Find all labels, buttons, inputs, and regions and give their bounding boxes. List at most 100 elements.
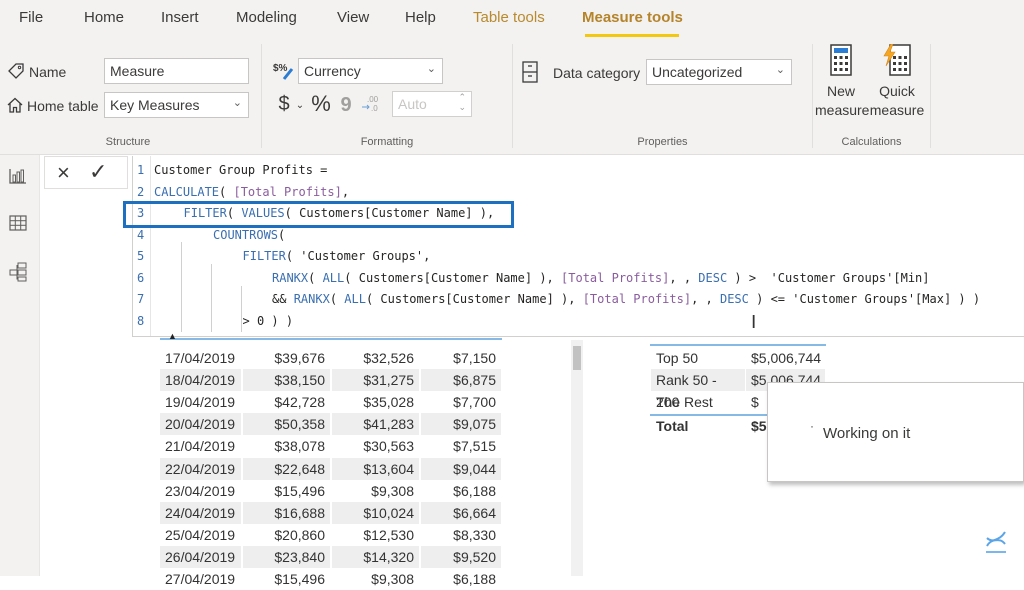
value-cell: $50,358	[243, 413, 331, 436]
code-token: ( 'Customer Groups',	[285, 249, 431, 263]
dax-keyword: ALL	[322, 270, 345, 285]
indent-guide	[241, 286, 242, 332]
decrease-decimal-icon[interactable]: .00.0	[360, 93, 382, 115]
value-cell: $13,604	[332, 457, 420, 480]
measure-name-input[interactable]: Measure	[104, 58, 249, 84]
code-token: (	[308, 270, 323, 285]
tab-view[interactable]: View	[337, 9, 369, 26]
model-view-icon[interactable]	[8, 261, 28, 283]
percent-button[interactable]: %	[310, 91, 332, 117]
dax-keyword: RANKX	[272, 270, 309, 285]
value-cell: $8,330	[421, 523, 502, 546]
tab-home[interactable]: Home	[84, 9, 124, 26]
svg-text:.00: .00	[367, 95, 379, 104]
group-value-cell: $5,006,744	[746, 347, 826, 369]
quick-measure-label-2: measure	[869, 102, 925, 118]
view-rail	[0, 155, 40, 576]
group-label-properties: Properties	[637, 136, 688, 148]
format-dropdown[interactable]: Currency ⌄	[298, 58, 443, 84]
new-measure-button[interactable]: New measure	[815, 44, 869, 120]
svg-text:.0: .0	[371, 104, 378, 113]
value-cell: $6,188	[421, 479, 502, 502]
comma-style-button[interactable]: 9	[340, 94, 351, 116]
group-label-calculations: Calculations	[841, 136, 902, 148]
value-cell: $9,308	[332, 568, 420, 590]
value-cell: $6,664	[421, 501, 502, 524]
loading-spinner-icon: ·	[810, 419, 814, 433]
group-name-cell: Total	[651, 415, 746, 437]
value-cell: $15,496	[243, 479, 331, 502]
group-name-cell: Rank 50 - 200	[651, 369, 746, 410]
date-cell: 23/04/2019	[160, 479, 242, 502]
ribbon-divider	[812, 44, 813, 148]
value-cell: $38,150	[243, 369, 331, 392]
tab-modeling[interactable]: Modeling	[236, 9, 297, 26]
data-view-icon[interactable]	[8, 214, 28, 232]
highlighted-line-box	[123, 201, 514, 228]
value-cell: $23,840	[243, 545, 331, 568]
value-cell: $39,676	[243, 347, 331, 369]
spinner-icon[interactable]: ⌃ ⌄	[458, 92, 466, 112]
code-token: , ,	[669, 270, 699, 285]
commit-icon[interactable]: ✓	[89, 159, 107, 185]
value-cell: $41,283	[332, 413, 420, 436]
tab-file[interactable]: File	[19, 9, 43, 26]
indent-guide	[211, 264, 212, 332]
dax-formula-editor[interactable]: 1 Customer Group Profits = 2 CALCULATE( [To…	[132, 156, 1024, 337]
date-cell: 21/04/2019	[160, 435, 242, 458]
report-view-icon[interactable]	[8, 167, 28, 185]
chevron-down-icon[interactable]: ⌄	[294, 98, 306, 112]
scrollbar-thumb[interactable]	[573, 346, 581, 370]
value-cell: $31,275	[332, 369, 420, 392]
group-name-cell: Top 50	[651, 347, 746, 369]
working-on-it-text: Working on it	[823, 425, 911, 442]
data-category-dropdown[interactable]: Uncategorized ⌄	[646, 59, 792, 85]
value-cell: $14,320	[332, 545, 420, 568]
tab-table-tools[interactable]: Table tools	[473, 9, 545, 26]
code-token: , ,	[691, 292, 720, 306]
code-text: CALCULATE( [Total Profits],	[154, 182, 349, 203]
tag-icon	[7, 62, 25, 80]
line-number: 7	[137, 292, 145, 306]
tab-insert[interactable]: Insert	[161, 9, 199, 26]
home-table-dropdown[interactable]: Key Measures ⌄	[104, 92, 249, 118]
value-cell: $35,028	[332, 391, 420, 414]
working-on-it-popup: · Working on it	[767, 382, 1024, 482]
tab-measure-tools[interactable]: Measure tools	[582, 9, 683, 26]
code-token: Customer Group Profits =	[154, 163, 328, 177]
value-cell: $7,150	[421, 347, 502, 369]
quick-measure-button[interactable]: Quick measure	[867, 44, 927, 120]
data-category-label: Data category	[553, 65, 641, 81]
dax-keyword: DESC	[719, 292, 749, 306]
date-cell: 24/04/2019	[160, 501, 242, 524]
date-cell: 17/04/2019	[160, 347, 242, 369]
dax-keyword: FILTER	[242, 249, 286, 263]
line-number: 8	[137, 313, 145, 328]
dax-keyword: CALCULATE	[154, 184, 220, 199]
table-scrollbar[interactable]	[571, 340, 583, 576]
dax-keyword: DESC	[698, 270, 728, 285]
code-token: (	[329, 292, 345, 306]
value-cell: $9,044	[421, 457, 502, 480]
decimal-places-value: Auto	[398, 96, 427, 112]
quick-measure-label: Quick	[879, 83, 915, 99]
line-number: 6	[137, 270, 145, 285]
date-cell: 26/04/2019	[160, 545, 242, 568]
cancel-icon[interactable]: ×	[57, 160, 70, 186]
chevron-down-icon: ⌄	[232, 97, 242, 109]
date-cell: 27/04/2019	[160, 568, 242, 590]
value-cell: $12,530	[332, 523, 420, 546]
quick-measure-icon	[883, 44, 911, 76]
tab-help[interactable]: Help	[405, 9, 436, 26]
code-text: Customer Group Profits =	[154, 160, 327, 181]
chevron-down-icon: ⌄	[426, 63, 436, 75]
ribbon-divider	[512, 44, 513, 148]
date-cell: 22/04/2019	[160, 457, 242, 480]
sort-ascending-icon[interactable]: ▲	[168, 331, 177, 341]
currency-button[interactable]: $	[277, 92, 291, 116]
calculator-icon	[830, 44, 852, 76]
code-token: (	[278, 227, 286, 242]
decimal-places-input[interactable]: Auto ⌃ ⌄	[392, 91, 472, 117]
format-value: Currency	[304, 63, 361, 79]
groups-header-underline	[650, 344, 826, 346]
